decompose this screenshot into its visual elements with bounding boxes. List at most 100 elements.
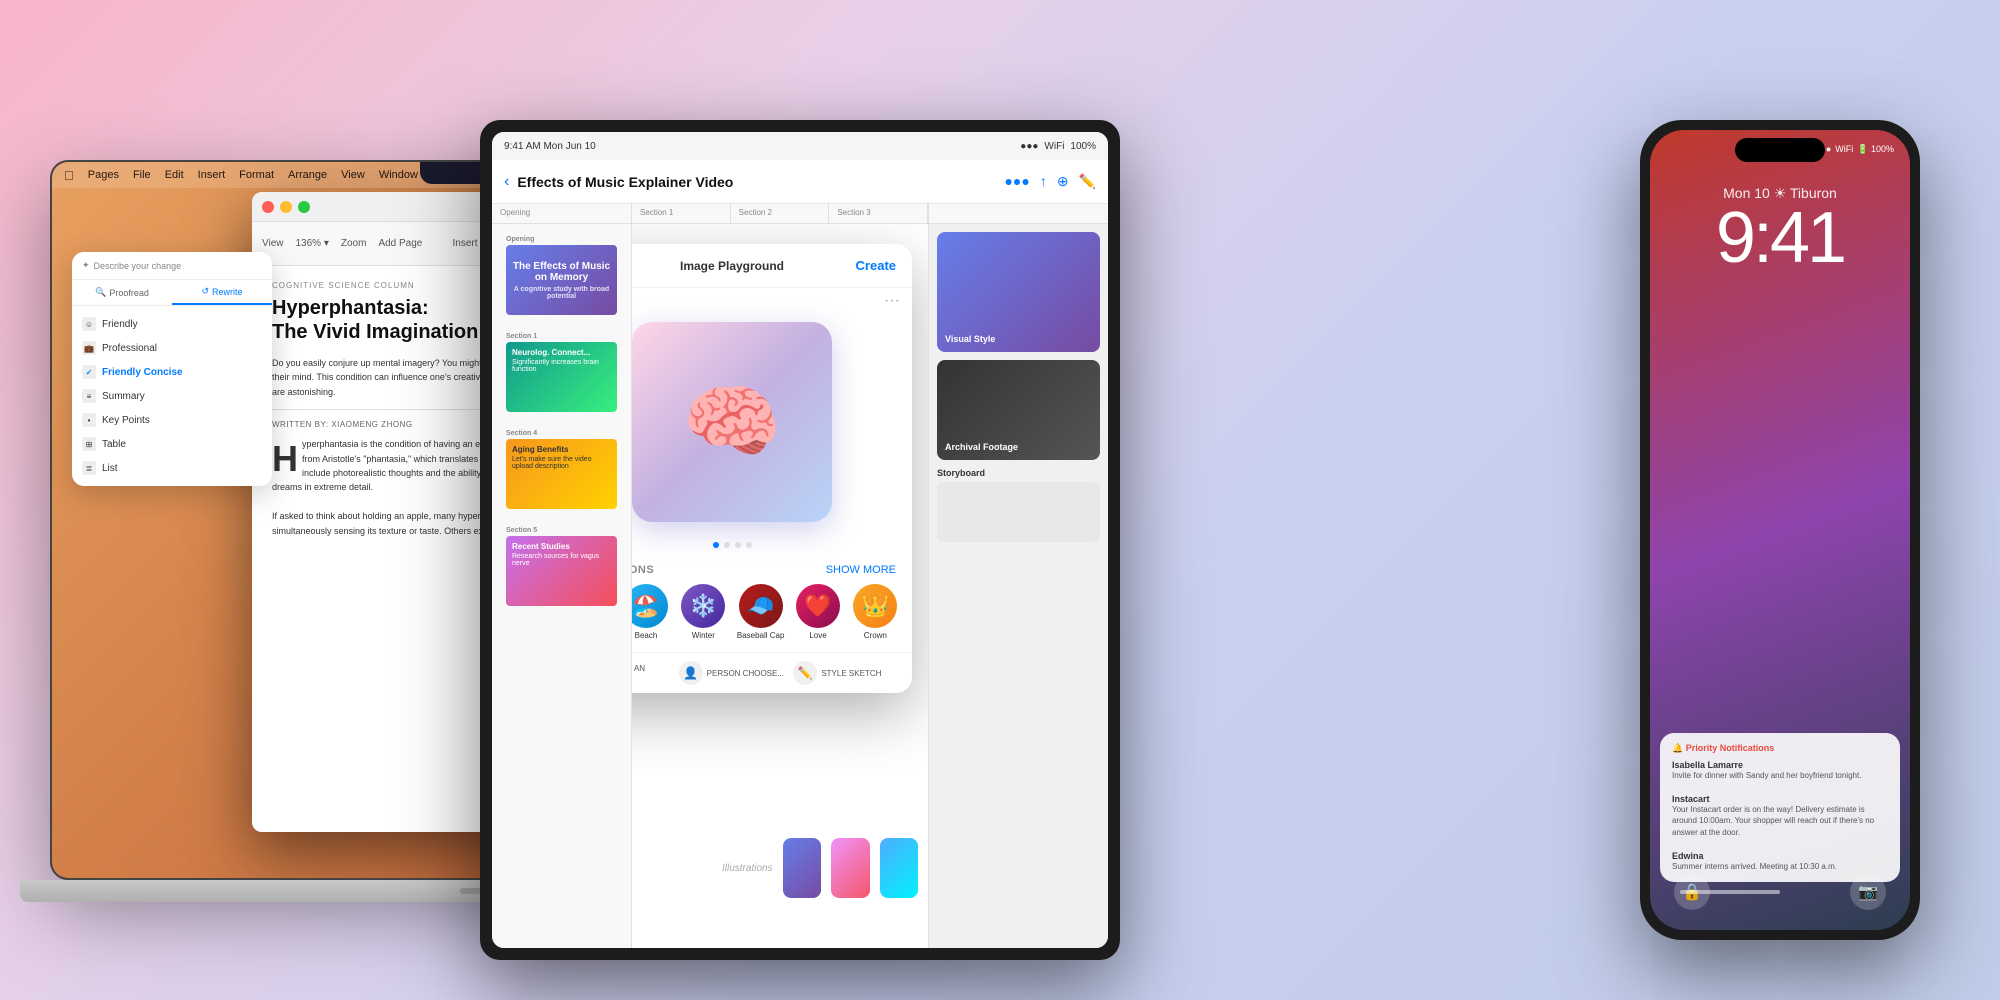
suggestions-label: SUGGESTIONS: [632, 564, 654, 576]
slide-effects-thumbnail: The Effects of Music on Memory A cogniti…: [506, 245, 617, 315]
notification-priority-card: 🔔 Priority Notifications Isabella Lamarr…: [1660, 733, 1900, 882]
show-more-button[interactable]: SHOW MORE: [826, 564, 896, 576]
camera-icon[interactable]: 📷: [1850, 874, 1886, 910]
suggestion-winter[interactable]: ❄️ Winter: [679, 584, 728, 640]
menu-arrange[interactable]: Arrange: [288, 169, 327, 181]
slide-neurology-content: Neurolog. Connect... Significantly incre…: [506, 342, 617, 412]
suggestion-crown[interactable]: 👑 Crown: [851, 584, 900, 640]
proofread-tab[interactable]: 🔍 Proofread: [72, 280, 172, 305]
iphone-battery-icon: 🔋 100%: [1857, 144, 1894, 155]
dot-3: [735, 542, 741, 548]
dialog-create-button[interactable]: Create: [856, 258, 896, 273]
slide-item-neurology[interactable]: Section 1 Neurolog. Connect... Significa…: [500, 329, 623, 418]
dialog-header: Cancel Image Playground Create: [632, 244, 912, 288]
ai-option-concise[interactable]: ✓ Friendly Concise: [72, 360, 272, 384]
slide-illustration-area: Illustrations: [712, 768, 928, 948]
home-indicator: [1680, 890, 1780, 894]
list-label: List: [102, 463, 118, 474]
visual-style-block: Visual Style: [937, 232, 1100, 352]
ipad-back-button[interactable]: ‹: [504, 173, 509, 191]
archival-footage-block: Archival Footage: [937, 360, 1100, 460]
ipad-time: 9:41 AM Mon Jun 10: [504, 141, 596, 152]
ai-option-keypoints[interactable]: • Key Points: [72, 408, 272, 432]
ipad-nav-share[interactable]: ↑: [1040, 173, 1047, 190]
archival-footage-label: Archival Footage: [945, 442, 1018, 452]
beach-label: Beach: [635, 631, 658, 640]
dot-1: [713, 542, 719, 548]
notification-item-instacart[interactable]: Instacart Your Instacart order is on the…: [1672, 794, 1888, 845]
winter-icon: ❄️: [681, 584, 725, 628]
ai-option-table[interactable]: ⊞ Table: [72, 432, 272, 456]
menu-format[interactable]: Format: [239, 169, 274, 181]
maximize-button[interactable]: [298, 201, 310, 213]
brain-emoji: 🧠: [682, 375, 782, 469]
proofread-icon: 🔍: [95, 287, 106, 298]
ai-panel-tabs: 🔍 Proofread ↺ Rewrite: [72, 280, 272, 306]
close-button[interactable]: [262, 201, 274, 213]
dialog-preview-container: 🧠: [632, 310, 912, 534]
iphone-day-label: Mon 10 ☀ Tiburon: [1650, 185, 1910, 202]
notification-edwina-text: Summer interns arrived. Meeting at 10:30…: [1672, 861, 1888, 872]
slide-aging-content: Aging Benefits Let's make sure the video…: [506, 439, 617, 509]
ipad-nav-actions: ●●● ↑ ⊕ ✏️: [1004, 173, 1096, 190]
menu-file[interactable]: File: [133, 169, 151, 181]
menu-edit[interactable]: Edit: [165, 169, 184, 181]
ipad-signal-icon: ●●●: [1020, 141, 1038, 152]
ipad-nav-more[interactable]: ⊕: [1057, 173, 1069, 190]
iphone-body: ●●● WiFi 🔋 100% Mon 10 ☀ Tiburon 9:41 🔔 …: [1640, 120, 1920, 940]
ipad-nav-bar: ‹ Effects of Music Explainer Video ●●● ↑…: [492, 160, 1108, 204]
ipad-slide-panel: Opening The Effects of Music on Memory A…: [492, 224, 632, 948]
summary-bullet: ≡: [82, 389, 96, 403]
notification-item-edwina[interactable]: Edwina Summer interns arrived. Meeting a…: [1672, 851, 1888, 872]
sender-isabella: Isabella Lamarre: [1672, 760, 1888, 770]
dot-2: [724, 542, 730, 548]
mac-menubar-left:  Pages File Edit Insert Format Arrange …: [64, 168, 455, 183]
ai-option-friendly[interactable]: ☺ Friendly: [72, 312, 272, 336]
style-label: STYLE SKETCH: [821, 669, 881, 678]
rewrite-icon: ↺: [201, 286, 209, 297]
crown-icon: 👑: [853, 584, 897, 628]
suggestion-baseball-cap[interactable]: 🧢 Baseball Cap: [736, 584, 785, 640]
slide-item-recent[interactable]: Section 5 Recent Studies Research source…: [500, 523, 623, 612]
minimize-button[interactable]: [280, 201, 292, 213]
ipad-nav-pen[interactable]: ✏️: [1079, 173, 1096, 190]
section-label-2: Section 2: [731, 204, 830, 223]
slide-item-effects[interactable]: Opening The Effects of Music on Memory A…: [500, 232, 623, 321]
concise-bullet: ✓: [82, 365, 96, 379]
toolbar-view[interactable]: View: [262, 238, 284, 249]
ipad: 9:41 AM Mon Jun 10 ●●● WiFi 100% ‹ Effec…: [480, 120, 1120, 960]
iphone-notifications: 🔔 Priority Notifications Isabella Lamarr…: [1660, 733, 1900, 890]
toolbar-insert[interactable]: Insert: [453, 238, 478, 249]
rewrite-tab[interactable]: ↺ Rewrite: [172, 280, 272, 305]
suggestion-beach[interactable]: 🏖️ Beach: [632, 584, 671, 640]
menu-window[interactable]: Window: [379, 169, 418, 181]
ai-option-professional[interactable]: 💼 Professional: [72, 336, 272, 360]
slide-opening-label: Opening: [500, 232, 623, 245]
toolbar-add-page[interactable]: Add Page: [378, 238, 422, 249]
toolbar-zoom[interactable]: 136% ▾: [296, 238, 329, 249]
person-option[interactable]: 👤 PERSON CHOOSE...: [679, 661, 786, 685]
ipad-body: 9:41 AM Mon Jun 10 ●●● WiFi 100% ‹ Effec…: [480, 120, 1120, 960]
notification-item-isabella[interactable]: Isabella Lamarre Invite for dinner with …: [1672, 760, 1888, 788]
ipad-status-bar: 9:41 AM Mon Jun 10 ●●● WiFi 100%: [492, 132, 1108, 160]
ipad-status-right: ●●● WiFi 100%: [1020, 141, 1096, 152]
style-option[interactable]: ✏️ STYLE SKETCH: [793, 661, 900, 685]
slide-section1-label: Section 1: [500, 329, 623, 342]
menu-view[interactable]: View: [341, 169, 365, 181]
ai-panel-placeholder[interactable]: Describe your change: [94, 261, 182, 271]
suggestion-love[interactable]: ❤️ Love: [793, 584, 842, 640]
sender-edwina: Edwina: [1672, 851, 1888, 861]
ai-option-list[interactable]: ≣ List: [72, 456, 272, 480]
slide-item-aging[interactable]: Section 4 Aging Benefits Let's make sure…: [500, 426, 623, 515]
section-label-opening: Opening: [492, 204, 632, 223]
menu-pages[interactable]: Pages: [88, 169, 119, 181]
ai-option-summary[interactable]: ≡ Summary: [72, 384, 272, 408]
iphone-date-area: Mon 10 ☀ Tiburon 9:41: [1650, 155, 1910, 279]
illustration-2: [831, 838, 869, 898]
ipad-nav-action1[interactable]: ●●●: [1004, 173, 1029, 190]
priority-label: 🔔 Priority Notifications: [1672, 743, 1888, 754]
summary-label: Summary: [102, 391, 145, 402]
menu-insert[interactable]: Insert: [198, 169, 226, 181]
dialog-more-icon[interactable]: ···: [632, 288, 912, 310]
describe-image-option[interactable]: 🖼️ DESCRIBE AN IMAGE: [632, 661, 671, 685]
